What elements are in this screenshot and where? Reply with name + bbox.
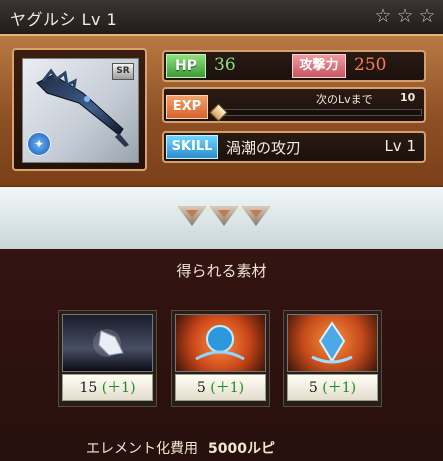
upgrade-triangle-icon bbox=[209, 206, 239, 226]
hp-label: HP bbox=[166, 54, 206, 78]
elementize-cost: エレメント化費用 5000ルピ bbox=[86, 438, 275, 458]
material-count-value: 15 bbox=[79, 380, 98, 396]
weapon-name-level: ヤグルシ Lv 1 bbox=[10, 10, 118, 29]
weapon-portrait-frame[interactable]: SR ✦ bbox=[12, 48, 147, 171]
rating-stars: ☆ ☆ ☆ bbox=[373, 6, 437, 26]
silver-shard-icon bbox=[93, 329, 124, 357]
exp-label: EXP bbox=[166, 95, 208, 119]
skill-label: SKILL bbox=[166, 135, 218, 159]
material-card[interactable]: 5 (＋1) bbox=[283, 310, 382, 407]
material-bonus: (＋1) bbox=[322, 380, 357, 396]
materials-title: 得られる素材 bbox=[176, 262, 267, 280]
material-count: 5 (＋1) bbox=[287, 374, 378, 401]
exp-progress-knob bbox=[209, 103, 228, 122]
material-count-value: 5 bbox=[196, 380, 206, 396]
material-image bbox=[287, 314, 378, 372]
water-orb-icon bbox=[195, 325, 245, 361]
rarity-badge: SR bbox=[112, 63, 134, 80]
material-image bbox=[62, 314, 153, 372]
upgrade-triangle-icon bbox=[177, 206, 207, 226]
upgrade-icons bbox=[177, 206, 271, 226]
material-count: 15 (＋1) bbox=[62, 374, 153, 401]
skill-level: Lv 1 bbox=[384, 137, 416, 155]
material-card[interactable]: 15 (＋1) bbox=[58, 310, 157, 407]
title-bar: ヤグルシ Lv 1 ☆ ☆ ☆ bbox=[0, 0, 443, 35]
star-icon: ☆ bbox=[418, 5, 436, 27]
star-icon: ☆ bbox=[396, 5, 414, 27]
attack-label: 攻撃力 bbox=[292, 54, 346, 78]
water-crystal-icon bbox=[311, 321, 353, 364]
weapon-info-card: SR ✦ HP 36 攻撃力 250 EXP 次のLvまで 10 SKILL 渦… bbox=[0, 34, 443, 189]
cost-label: エレメント化費用 bbox=[86, 441, 198, 457]
star-icon: ☆ bbox=[374, 5, 392, 27]
exp-panel: EXP 次のLvまで 10 bbox=[162, 87, 426, 123]
weapon-portrait: SR ✦ bbox=[22, 58, 139, 163]
material-card[interactable]: 5 (＋1) bbox=[171, 310, 270, 407]
next-level-label: 次のLvまで bbox=[316, 93, 373, 106]
material-count-value: 5 bbox=[308, 380, 318, 396]
attack-value: 250 bbox=[354, 55, 387, 75]
material-image bbox=[175, 314, 266, 372]
wind-element-icon: ✦ bbox=[27, 132, 51, 156]
material-count: 5 (＋1) bbox=[175, 374, 266, 401]
stats-panel: HP 36 攻撃力 250 bbox=[162, 50, 426, 82]
hp-value: 36 bbox=[214, 55, 236, 75]
material-bonus: (＋1) bbox=[210, 380, 245, 396]
material-bonus: (＋1) bbox=[101, 380, 136, 396]
next-level-value: 10 bbox=[400, 91, 416, 104]
skill-panel[interactable]: SKILL 渦潮の攻刃 Lv 1 bbox=[162, 131, 426, 163]
upgrade-triangle-icon bbox=[241, 206, 271, 226]
cost-value: 5000ルピ bbox=[208, 441, 275, 457]
materials-section: 得られる素材 15 (＋1) 5 (＋1) 5 (＋1) エレメント化費用 50… bbox=[0, 249, 443, 461]
upgrade-band bbox=[0, 187, 443, 249]
skill-name: 渦潮の攻刃 bbox=[226, 139, 302, 157]
exp-progress-bar bbox=[209, 103, 422, 122]
